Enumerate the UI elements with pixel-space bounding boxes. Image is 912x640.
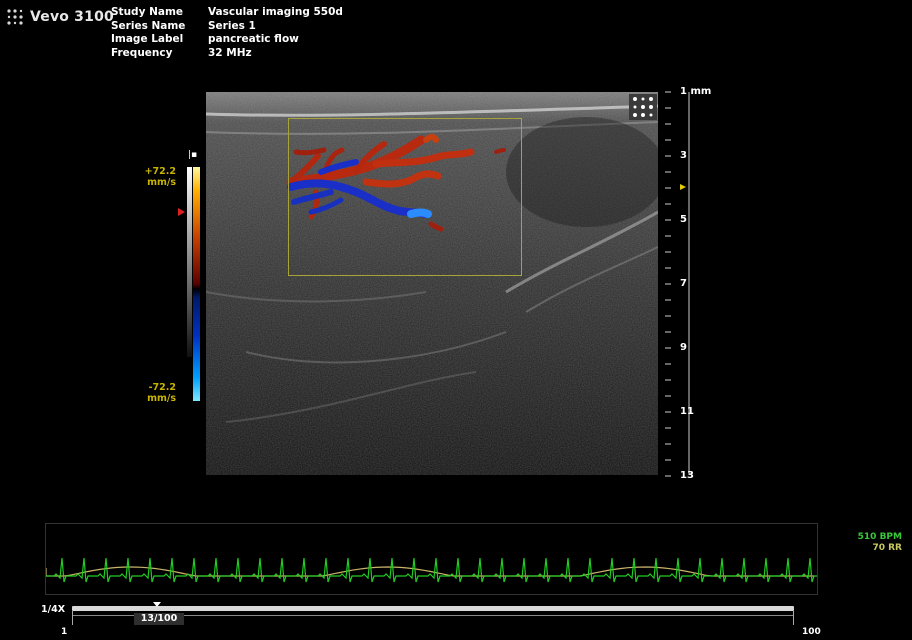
study-info-panel: Study Name Vascular imaging 550d Series …	[111, 6, 343, 60]
physio-trace	[45, 557, 838, 583]
cine-scrollbar[interactable]	[72, 606, 794, 611]
info-value: Vascular imaging 550d	[208, 6, 343, 18]
vevo-dots-icon	[633, 97, 653, 117]
velocity-max-unit: mm/s	[147, 177, 176, 188]
frame-end-tick	[793, 611, 794, 625]
info-value: pancreatic flow	[208, 33, 299, 45]
color-velocity-bar	[193, 167, 200, 401]
grayscale-bar	[187, 167, 192, 357]
velocity-min-unit: mm/s	[147, 393, 176, 404]
depth-ruler	[665, 91, 690, 477]
velocity-max-value: +72.2	[144, 166, 176, 177]
playback-speed[interactable]: 1/4X	[41, 604, 65, 615]
focus-marker-icon[interactable]	[680, 184, 686, 190]
info-key: Image Label	[111, 33, 184, 45]
physio-trace-panel[interactable]	[45, 523, 838, 595]
heart-rate: 510 BPM	[857, 532, 902, 542]
velocity-min-value: -72.2	[148, 382, 176, 393]
image-label-row: Image Label pancreatic flow	[111, 33, 343, 47]
velocity-min-label: -72.2 mm/s	[136, 382, 176, 404]
colorbar-toggle-icon[interactable]: |▪	[188, 150, 197, 160]
depth-label: 9	[680, 342, 687, 353]
image-mode-icon[interactable]	[629, 94, 657, 120]
frequency-row: Frequency 32 MHz	[111, 47, 343, 61]
velocity-max-label: +72.2 mm/s	[136, 166, 176, 188]
info-key: Frequency	[111, 46, 173, 59]
depth-label: 11	[680, 406, 694, 417]
info-value: Series 1	[208, 19, 256, 32]
info-value: 32 MHz	[208, 46, 252, 59]
app-title: Vevo 3100	[30, 9, 114, 25]
playhead-marker-icon[interactable]	[153, 602, 161, 607]
respiration-rate: 70 RR	[872, 543, 902, 553]
vitals-readout: 510 BPM 70 RR	[830, 532, 902, 554]
info-key: Study Name	[111, 6, 184, 18]
depth-label: 7	[680, 278, 687, 289]
frame-counter: 13/100	[134, 613, 184, 625]
frame-start-tick	[72, 611, 73, 625]
app-logo: Vevo 3100	[6, 8, 114, 26]
depth-label: 13	[680, 470, 694, 481]
study-name-row: Study Name Vascular imaging 550d	[111, 6, 343, 20]
depth-label: 3	[680, 150, 687, 161]
depth-scale: 1 mm 3 5 7 9 11 13	[660, 86, 720, 483]
info-key: Series Name	[111, 19, 186, 32]
depth-label: 1 mm	[680, 86, 712, 97]
color-box-roi[interactable]	[288, 118, 522, 276]
series-name-row: Series Name Series 1	[111, 20, 343, 34]
frame-start-label: 1	[61, 627, 68, 637]
vevo-dots-logo-icon	[7, 9, 23, 25]
depth-label: 5	[680, 214, 687, 225]
frame-end-label: 100	[802, 627, 821, 637]
baseline-marker-icon[interactable]	[178, 208, 185, 216]
